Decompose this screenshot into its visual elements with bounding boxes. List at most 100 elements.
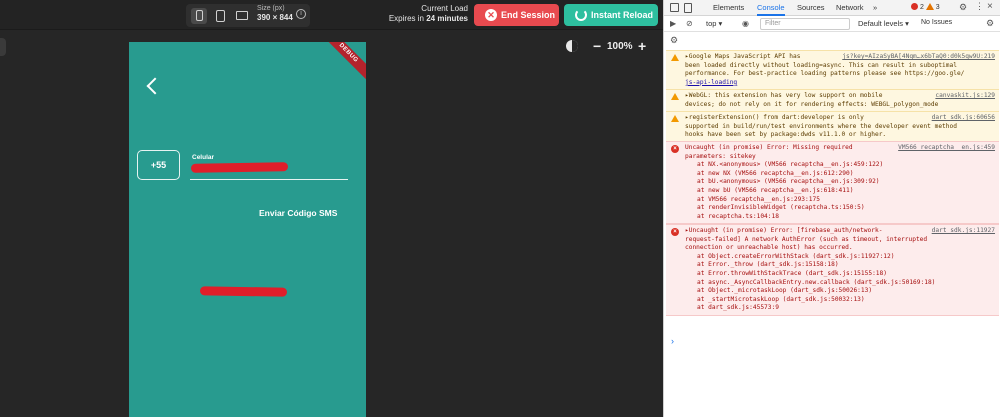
console-warning[interactable]: js?key=AIzaSyBA[4Nqm…x6bTaQ0:d0k5qw9U:21…	[666, 50, 999, 91]
close-icon[interactable]: ×	[987, 1, 993, 12]
message-source[interactable]: dart_sdk.js:60656	[932, 114, 995, 123]
tab-console[interactable]: Console	[757, 3, 785, 16]
message-line: supported in build/run/test environments…	[685, 122, 957, 130]
preview-toolbar: Size (px) 390 × 844 i Current Load Expir…	[0, 0, 663, 30]
message-source[interactable]: VM566 recaptcha__en.js:459	[898, 144, 995, 153]
stack-frame[interactable]: at _startMicrotaskLoop (dart_sdk.js:5003…	[685, 296, 995, 305]
warning-icon	[925, 3, 934, 10]
warning-icon	[671, 54, 679, 61]
error-count: 2	[919, 4, 924, 11]
stack-frame[interactable]: at NX.<anonymous> (VM566 recaptcha__en.j…	[685, 161, 995, 170]
message-line: ▸Google Maps JavaScript API has	[685, 53, 801, 60]
stack-frame[interactable]: at new NX (VM566 recaptcha__en.js:612:29…	[685, 170, 995, 179]
log-levels-select[interactable]: Default levels ▾	[858, 19, 909, 28]
instant-reload-label: Instant Reload	[591, 10, 654, 20]
side-panel-handle[interactable]	[0, 38, 6, 56]
inspect-icon[interactable]	[670, 3, 679, 12]
x-icon: ✕	[485, 9, 497, 21]
clear-console-icon[interactable]: ⊘	[686, 19, 693, 28]
tab-network[interactable]: Network	[836, 3, 864, 12]
stack-frame[interactable]: at VM566 recaptcha__en.js:293:175	[685, 196, 995, 205]
size-value: 390 × 844	[257, 13, 293, 22]
error-icon	[911, 3, 918, 10]
country-code-field[interactable]: +55	[137, 150, 180, 180]
zoom-controls: − 100% +	[562, 37, 653, 57]
message-line: hooks have been set by package:dwds v11.…	[685, 131, 887, 139]
stack-frame[interactable]: at Error.throwWithStackTrace (dart_sdk.j…	[685, 270, 995, 279]
more-options-icon[interactable]: ⋮	[975, 1, 984, 12]
stack-frame[interactable]: at Object._microtaskLoop (dart_sdk.js:50…	[685, 287, 995, 296]
eye-icon[interactable]: ◉	[742, 19, 749, 28]
console-warning[interactable]: dart_sdk.js:60656 ▸registerExtension() f…	[666, 111, 999, 143]
issues-button[interactable]: No Issues	[921, 19, 952, 26]
console-error[interactable]: × VM566 recaptcha__en.js:459 Uncaught (i…	[666, 141, 999, 225]
zoom-out-button[interactable]: −	[593, 37, 601, 55]
end-session-button[interactable]: ✕ End Session	[474, 4, 559, 26]
message-line: ▸Uncaught (in promise) Error: [firebase_…	[685, 227, 883, 234]
console-toolbar: ▶ ⊘ top ▾ ◉ Filter Default levels ▾ No I…	[664, 16, 1000, 32]
load-status: Current Load Expires in 24 minutes	[372, 4, 468, 24]
desktop-device-icon[interactable]	[234, 8, 250, 24]
message-source[interactable]: canvaskit.js:129	[935, 92, 995, 101]
console-sidebar-settings-icon[interactable]: ⚙	[670, 35, 678, 46]
phone-field-label: Celular	[192, 154, 215, 161]
message-line: connection or unreachable host) has occu…	[685, 244, 853, 252]
console-error[interactable]: × dart_sdk.js:11927 ▸Uncaught (in promis…	[666, 224, 999, 316]
tablet-device-icon[interactable]	[212, 8, 228, 24]
console-prompt[interactable]: ›	[671, 336, 674, 346]
console-settings-icon[interactable]: ⚙	[986, 18, 994, 29]
console-warning[interactable]: canvaskit.js:129 ▸WebGL: this extension …	[666, 89, 999, 113]
stack-frame[interactable]: at async._AsyncCallbackEntry.new.callbac…	[685, 279, 995, 288]
stack-frame[interactable]: at dart_sdk.js:45573:9	[685, 304, 995, 313]
message-line: ▸WebGL: this extension has very low supp…	[685, 92, 883, 99]
tab-elements[interactable]: Elements	[713, 3, 744, 12]
phone-device-icon[interactable]	[191, 8, 207, 24]
reload-icon	[575, 9, 587, 21]
stack-frame[interactable]: at new bU (VM566 recaptcha__en.js:618:41…	[685, 187, 995, 196]
message-line: ▸registerExtension() from dart:developer…	[685, 114, 864, 121]
error-icon: ×	[671, 228, 679, 236]
message-line: been loaded directly without loading=asy…	[685, 61, 957, 69]
instant-reload-button[interactable]: Instant Reload	[564, 4, 658, 26]
message-source[interactable]: dart_sdk.js:11927	[932, 227, 995, 236]
warning-count: 3	[935, 4, 940, 11]
settings-gear-icon[interactable]: ⚙	[959, 2, 967, 13]
zoom-in-button[interactable]: +	[638, 37, 646, 55]
load-label: Current Load	[421, 4, 468, 13]
message-line: performance. For best-practice loading p…	[685, 70, 965, 78]
stack-frame[interactable]: at recaptcha.ts:104:18	[685, 213, 995, 222]
devtools-panel: Elements Console Sources Network » 2 3 ⚙…	[663, 0, 1000, 417]
sidebar-toggle-icon[interactable]: ▶	[670, 19, 676, 28]
emulator-area: Size (px) 390 × 844 i Current Load Expir…	[0, 0, 663, 417]
devtools-tabbar: Elements Console Sources Network » 2 3 ⚙…	[664, 0, 1000, 16]
stack-frame[interactable]: at Error._throw (dart_sdk.js:15158:18)	[685, 261, 995, 270]
back-arrow-icon[interactable]	[146, 77, 164, 95]
size-display: Size (px) 390 × 844	[257, 4, 293, 22]
expires-text: Expires in 24 minutes	[388, 14, 468, 23]
tab-sources[interactable]: Sources	[797, 3, 825, 12]
context-select[interactable]: top ▾	[706, 19, 722, 28]
stack-frame[interactable]: at Object.createErrorWithStack (dart_sdk…	[685, 253, 995, 262]
redaction-scribble	[190, 162, 289, 173]
redaction-scribble	[199, 286, 288, 297]
zoom-level: 100%	[607, 41, 633, 52]
device-toggle-icon[interactable]	[684, 3, 692, 13]
phone-screen: DEBUG +55 Celular Enviar Código SMS	[129, 42, 366, 417]
message-link[interactable]: js-api-loading	[685, 79, 995, 88]
message-line: request-failed] A network AuthError (suc…	[685, 235, 928, 243]
issue-counter[interactable]: 2 3	[911, 3, 940, 11]
end-session-label: End Session	[501, 10, 556, 20]
filter-input[interactable]: Filter	[760, 18, 850, 30]
tab-more[interactable]: »	[873, 3, 877, 12]
send-sms-button[interactable]: Enviar Código SMS	[259, 208, 337, 218]
message-line: devices; do not rely on it for rendering…	[685, 100, 939, 108]
warning-icon	[671, 93, 679, 100]
error-icon: ×	[671, 145, 679, 153]
theme-toggle-icon[interactable]	[566, 40, 578, 52]
stack-frame[interactable]: at renderInvisibleWidget (recaptcha.ts:1…	[685, 204, 995, 213]
message-line: Uncaught (in promise) Error: Missing req…	[685, 144, 853, 151]
warning-icon	[671, 115, 679, 122]
info-icon[interactable]: i	[296, 9, 306, 19]
stack-frame[interactable]: at bU.<anonymous> (VM566 recaptcha__en.j…	[685, 178, 995, 187]
message-source[interactable]: js?key=AIzaSyBA[4Nqm…x6bTaQ0:d0k5qw9U:21…	[842, 53, 995, 62]
